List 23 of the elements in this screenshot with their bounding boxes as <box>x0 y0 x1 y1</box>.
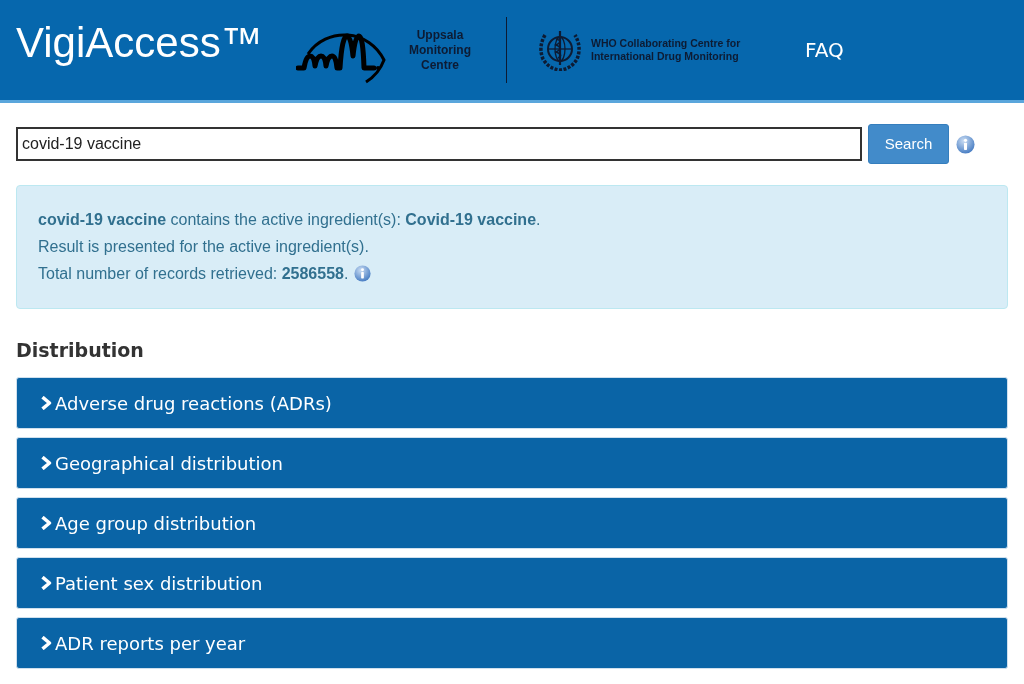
section-heading: Distribution <box>16 338 145 362</box>
globe-laurel-emblem-icon <box>537 29 583 71</box>
accordion-header[interactable]: Adverse drug reactions (ADRs) <box>16 377 1008 429</box>
info-icon[interactable] <box>956 134 975 154</box>
alert-text: covid-19 vaccine contains the active ingredient(s): Covid-19 vaccine. <box>38 210 541 230</box>
accordion-header[interactable]: Age group distribution <box>16 497 1008 549</box>
chevron-icon <box>40 516 52 530</box>
chevron-icon <box>40 396 52 410</box>
accordion-header[interactable]: ADR reports per year <box>16 617 1008 669</box>
site-title: VigiAccess™ <box>16 22 264 64</box>
chevron-icon <box>40 576 52 590</box>
search-field[interactable]: covid-19 vaccine <box>16 127 862 161</box>
chevron-icon <box>40 456 52 470</box>
logo-text: WHO Collaborating Centre for International Drug Monitoring <box>591 37 742 63</box>
search-button[interactable]: Search <box>868 124 949 164</box>
nav-link[interactable]: FAQ <box>805 40 844 60</box>
chevron-icon <box>40 636 52 650</box>
info-icon[interactable] <box>354 265 372 282</box>
accordion-header[interactable]: Patient sex distribution <box>16 557 1008 609</box>
logo-text: Uppsala Monitoring Centre <box>408 27 472 73</box>
accordion-header[interactable]: Geographical distribution <box>16 437 1008 489</box>
alert-text: Result is presented for the active ingredient(s). <box>38 237 369 257</box>
alert-text: Total number of records retrieved: 2586558. <box>38 264 349 284</box>
